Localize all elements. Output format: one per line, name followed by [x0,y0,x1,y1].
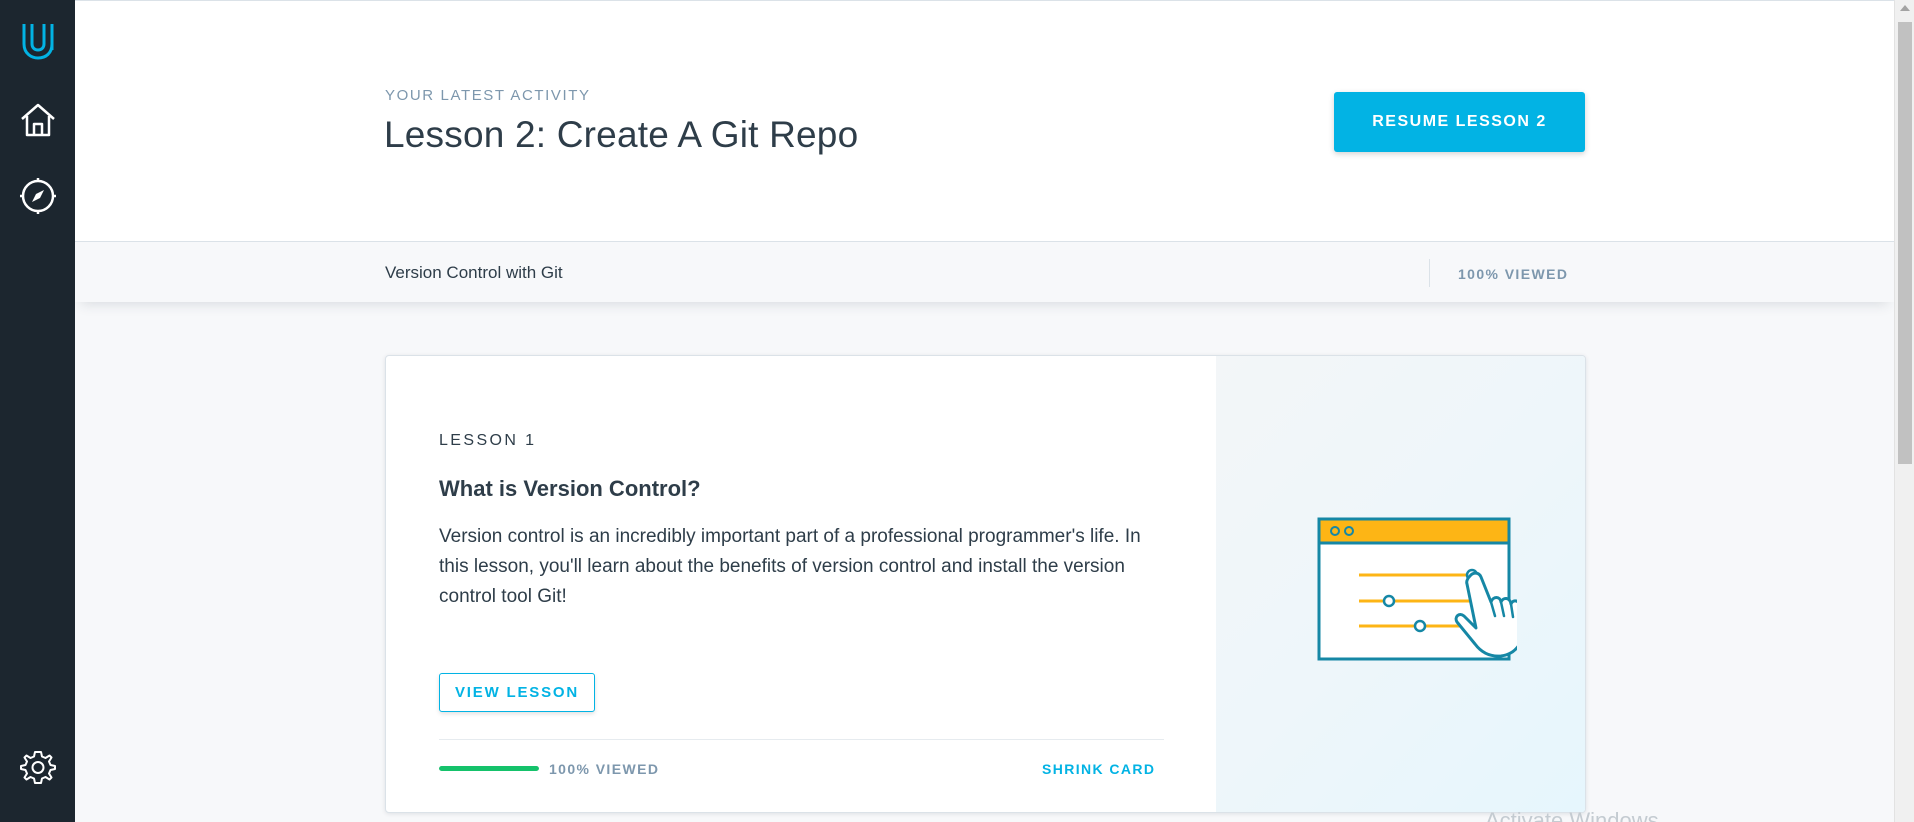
scroll-up-arrow-icon[interactable] [1900,5,1910,11]
lesson-progress-label: 100% VIEWED [549,761,660,777]
browser-sliders-hand-icon [1317,517,1517,661]
main-content: YOUR LATEST ACTIVITY Lesson 2: Create A … [75,0,1894,822]
course-name[interactable]: Version Control with Git [385,263,563,283]
scrollbar-thumb[interactable] [1898,22,1912,464]
resume-lesson-button[interactable]: RESUME LESSON 2 [1334,92,1585,152]
activate-windows-watermark: Activate Windows [1485,808,1659,822]
udacity-logo-icon[interactable] [0,0,75,82]
lesson-illustration-panel [1216,356,1585,812]
course-bar: Version Control with Git 100% VIEWED [75,241,1894,302]
lesson-number: LESSON 1 [439,432,537,449]
latest-activity-eyebrow: YOUR LATEST ACTIVITY [385,87,591,104]
lesson-progress-bar [439,766,539,771]
lesson-title: What is Version Control? [439,476,701,501]
compass-icon[interactable] [0,158,75,234]
lesson-progress-fill [439,766,539,771]
card-footer-divider [439,739,1164,740]
lesson-description: Version control is an incredibly importa… [439,526,1141,607]
lesson-card-content: LESSON 1 What is Version Control? Versio… [386,356,1216,812]
page-title: Lesson 2: Create A Git Repo [384,114,859,155]
page-scrollbar[interactable] [1894,0,1914,822]
lesson-card: LESSON 1 What is Version Control? Versio… [385,355,1586,813]
course-viewed-status: 100% VIEWED [1458,266,1569,282]
shrink-card-link[interactable]: SHRINK CARD [1042,761,1155,777]
latest-activity-header: YOUR LATEST ACTIVITY Lesson 2: Create A … [75,0,1894,241]
home-icon[interactable] [0,82,75,158]
sidebar [0,0,75,822]
view-lesson-button[interactable]: VIEW LESSON [439,673,595,712]
gear-icon[interactable] [0,726,75,808]
course-bar-divider [1429,259,1430,287]
